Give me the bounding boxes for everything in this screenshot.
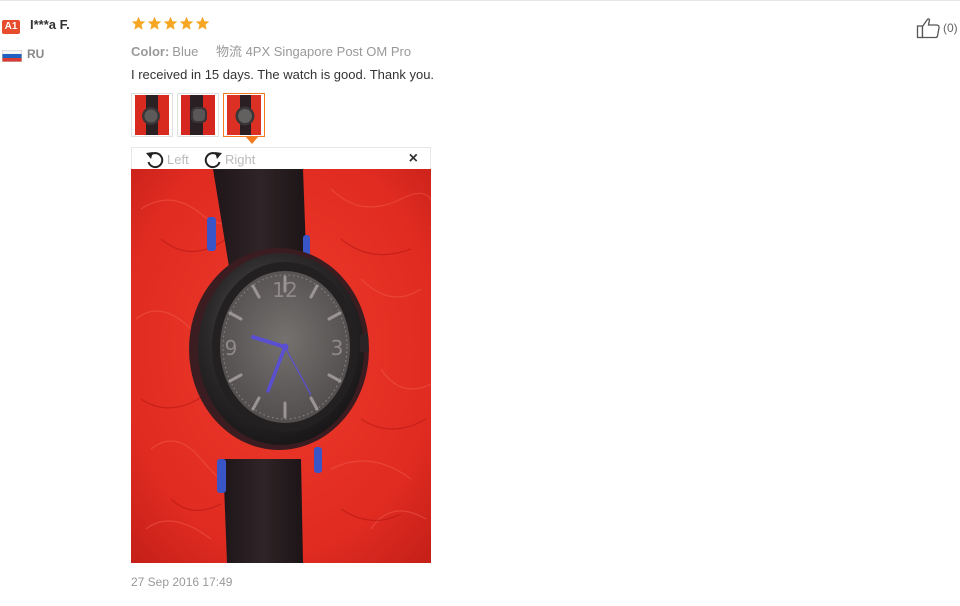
watch-photo-thumbnail-image [227,95,261,135]
svg-text:3: 3 [331,336,344,360]
reviewer-country: RU [27,47,45,61]
buyer-level-badge: A1 [2,20,20,34]
rotate-left-label: Left [167,151,189,167]
color-attr-value: Blue [172,44,199,59]
logistics-label: 物流 [215,44,242,59]
photo-thumbnail-3[interactable] [223,93,265,137]
order-attributes: Color: Blue 物流 4PX Singapore Post OM Pro [131,41,411,60]
rotate-left-icon [146,152,164,169]
rotate-left-button[interactable]: Left [144,149,189,169]
photo-thumbnail-1[interactable] [131,93,173,137]
logistics-value: 4PX Singapore Post OM Pro [245,44,412,59]
close-viewer-button[interactable]: × [409,150,418,168]
active-thumbnail-pointer [246,137,258,144]
rotate-right-icon [204,152,222,169]
photo-viewer-toolbar: Left Right × [131,147,431,169]
rotate-right-label: Right [225,151,256,167]
thumbs-up-icon [916,18,940,39]
watch-photo-thumbnail-image [181,95,215,135]
star-icon [195,16,210,30]
color-attr-label: Color: [131,44,170,59]
photo-thumbnail-2[interactable] [177,93,219,137]
top-divider [0,0,960,1]
star-icon [163,16,178,30]
helpful-count: (0) [943,21,958,35]
enlarged-review-photo: 12 9 3 [131,169,431,563]
photo-thumbnails [131,93,265,137]
review-date: 27 Sep 2016 17:49 [131,575,233,589]
star-icon [131,16,146,30]
russia-flag-icon [2,50,22,62]
rotate-right-button[interactable]: Right [202,149,255,169]
helpful-button[interactable]: (0) [916,17,958,39]
watch-photo-thumbnail-image [135,95,169,135]
svg-text:9: 9 [225,336,238,360]
star-icon [179,16,194,30]
star-rating [131,16,210,34]
svg-text:12: 12 [272,278,297,302]
review-text: I received in 15 days. The watch is good… [131,67,435,82]
photo-viewer: Left Right × 12 9 3 [131,147,431,563]
star-icon [147,16,162,30]
reviewer-name: I***a F. [30,17,70,32]
